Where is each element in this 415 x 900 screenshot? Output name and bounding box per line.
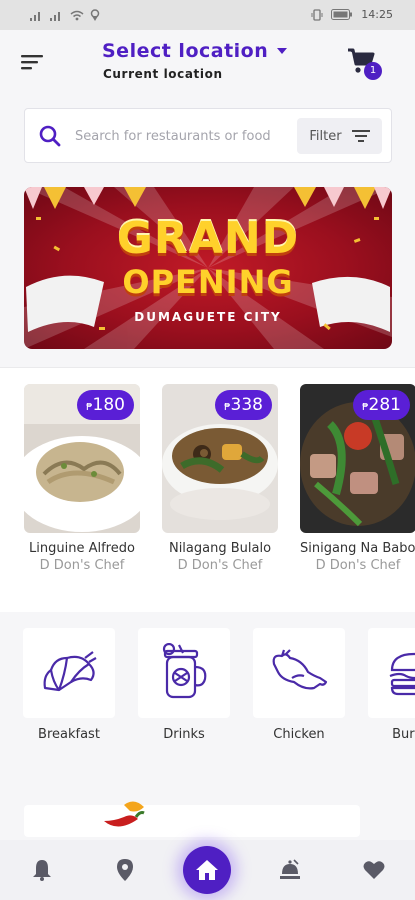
food-chef: D Don's Chef — [177, 558, 263, 573]
search-bar: Filter — [24, 108, 392, 163]
food-image: ₱180 — [24, 384, 140, 533]
search-icon[interactable] — [39, 125, 61, 147]
food-name: Sinigang Na Baboy — [300, 541, 415, 556]
filter-button[interactable]: Filter — [297, 118, 382, 154]
menu-icon[interactable] — [20, 52, 44, 72]
status-bar: 14:25 — [0, 0, 415, 30]
category-chicken[interactable]: Chicken — [253, 628, 345, 742]
bottom-navigation — [0, 840, 415, 900]
food-card[interactable]: ₱338 Nilagang Bulalo D Don's Chef — [162, 384, 278, 573]
category-label: Breakfast — [38, 727, 100, 742]
popular-foods-list: ₱180 Linguine Alfredo D Don's Chef ₱338 … — [0, 368, 415, 612]
filter-label: Filter — [309, 128, 342, 144]
category-tile — [253, 628, 345, 718]
category-breakfast[interactable]: Breakfast — [23, 628, 115, 742]
price-badge: ₱180 — [77, 390, 134, 420]
banner-subtitle: DUMAGUETE CITY — [134, 310, 282, 324]
category-tile — [368, 628, 415, 718]
food-image: ₱281 — [300, 384, 415, 533]
promo-banner[interactable]: GRAND OPENING DUMAGUETE CITY — [24, 187, 392, 349]
category-label: Burger — [392, 727, 415, 742]
heart-icon[interactable] — [362, 858, 386, 882]
burger-icon — [389, 652, 415, 696]
dish-icon[interactable] — [278, 858, 302, 882]
status-time: 14:25 — [361, 8, 393, 21]
location-status-icon — [90, 9, 100, 21]
home-button[interactable] — [183, 846, 231, 894]
food-chef: D Don's Chef — [39, 558, 125, 573]
search-input[interactable] — [75, 123, 311, 149]
croissant-icon — [43, 651, 97, 692]
category-label: Drinks — [163, 727, 205, 742]
chevron-down-icon — [277, 48, 288, 54]
location-selector[interactable]: Select location — [102, 40, 288, 62]
chili-pepper-icon — [104, 801, 145, 827]
app-header: Select location Current location 1 — [0, 30, 415, 102]
category-tile — [23, 628, 115, 718]
drink-jar-icon — [162, 643, 207, 699]
banner-title-line2: OPENING — [122, 263, 294, 301]
home-icon — [196, 860, 218, 880]
location-pin-icon[interactable] — [113, 858, 137, 882]
vibrate-icon — [311, 8, 323, 21]
chicken-icon — [272, 649, 328, 690]
food-chef: D Don's Chef — [315, 558, 401, 573]
location-title: Select location — [102, 40, 269, 62]
food-card[interactable]: ₱281 Sinigang Na Baboy D Don's Chef — [300, 384, 415, 573]
cart-count-badge: 1 — [364, 62, 382, 80]
promo-card[interactable] — [24, 801, 360, 837]
category-burger[interactable]: Burger — [368, 628, 415, 742]
status-indicators — [30, 9, 100, 21]
location-subtitle: Current location — [103, 67, 223, 81]
filter-icon — [351, 130, 370, 142]
food-card[interactable]: ₱180 Linguine Alfredo D Don's Chef — [24, 384, 140, 573]
battery-icon — [331, 9, 353, 20]
signal-icon — [30, 11, 40, 21]
banner-title-line1: GRAND — [116, 213, 300, 264]
category-list: Breakfast Drinks Chicken Bur — [0, 612, 415, 792]
status-system: 14:25 — [311, 8, 393, 21]
wifi-icon — [70, 10, 84, 20]
cart-button[interactable]: 1 — [346, 46, 382, 80]
signal-icon — [50, 11, 60, 21]
price-badge: ₱281 — [353, 390, 410, 420]
food-name: Nilagang Bulalo — [168, 541, 272, 556]
food-name: Linguine Alfredo — [29, 541, 135, 556]
category-tile — [138, 628, 230, 718]
category-drinks[interactable]: Drinks — [138, 628, 230, 742]
category-label: Chicken — [273, 727, 325, 742]
bell-icon[interactable] — [30, 858, 54, 882]
food-image: ₱338 — [162, 384, 278, 533]
price-badge: ₱338 — [215, 390, 272, 420]
